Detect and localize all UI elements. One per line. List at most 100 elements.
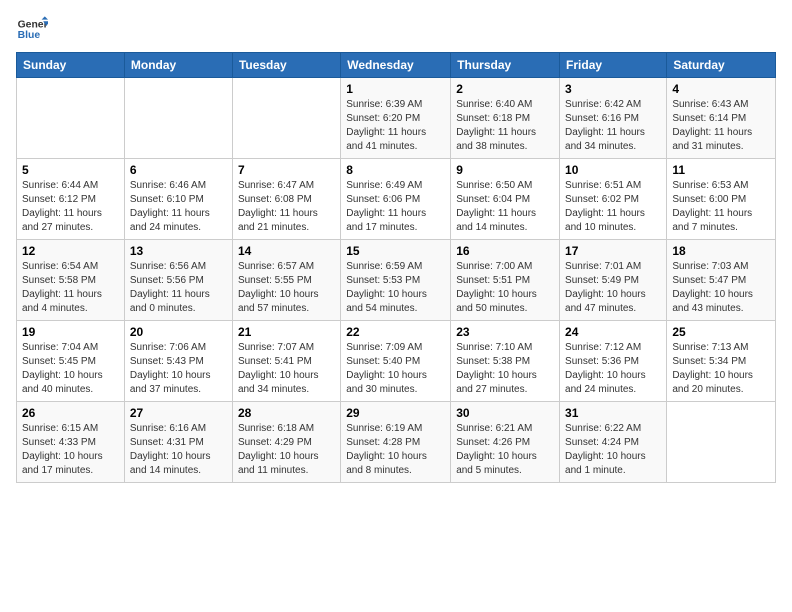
calendar-cell: 17 Sunrise: 7:01 AM Sunset: 5:49 PM Dayli…	[560, 240, 667, 321]
day-info: Sunrise: 6:40 AM Sunset: 6:18 PM Dayligh…	[456, 98, 554, 154]
day-number: 24	[565, 325, 661, 339]
calendar-cell: 9 Sunrise: 6:50 AM Sunset: 6:04 PM Daylig…	[451, 159, 560, 240]
calendar-cell: 28 Sunrise: 6:18 AM Sunset: 4:29 PM Dayli…	[232, 402, 340, 483]
day-number: 7	[238, 163, 335, 177]
day-info: Sunrise: 6:51 AM Sunset: 6:02 PM Dayligh…	[565, 179, 661, 235]
calendar-cell: 29 Sunrise: 6:19 AM Sunset: 4:28 PM Dayli…	[341, 402, 451, 483]
calendar-cell: 4 Sunrise: 6:43 AM Sunset: 6:14 PM Daylig…	[667, 78, 776, 159]
calendar-cell	[17, 78, 125, 159]
calendar-cell: 11 Sunrise: 6:53 AM Sunset: 6:00 PM Dayli…	[667, 159, 776, 240]
day-number: 3	[565, 82, 661, 96]
svg-text:Blue: Blue	[18, 30, 41, 41]
weekday-header-thursday: Thursday	[451, 53, 560, 78]
day-info: Sunrise: 6:56 AM Sunset: 5:56 PM Dayligh…	[130, 260, 227, 316]
calendar-cell	[232, 78, 340, 159]
day-info: Sunrise: 6:16 AM Sunset: 4:31 PM Dayligh…	[130, 422, 227, 478]
day-info: Sunrise: 6:57 AM Sunset: 5:55 PM Dayligh…	[238, 260, 335, 316]
day-number: 19	[22, 325, 119, 339]
calendar-cell: 21 Sunrise: 7:07 AM Sunset: 5:41 PM Dayli…	[232, 321, 340, 402]
day-info: Sunrise: 6:54 AM Sunset: 5:58 PM Dayligh…	[22, 260, 119, 316]
day-info: Sunrise: 6:53 AM Sunset: 6:00 PM Dayligh…	[672, 179, 770, 235]
day-info: Sunrise: 7:06 AM Sunset: 5:43 PM Dayligh…	[130, 341, 227, 397]
weekday-header-tuesday: Tuesday	[232, 53, 340, 78]
calendar-cell: 2 Sunrise: 6:40 AM Sunset: 6:18 PM Daylig…	[451, 78, 560, 159]
day-number: 6	[130, 163, 227, 177]
weekday-header-wednesday: Wednesday	[341, 53, 451, 78]
calendar-cell: 5Sunrise: 6:44 AM Sunset: 6:12 PM Daylig…	[17, 159, 125, 240]
calendar-cell: 15 Sunrise: 6:59 AM Sunset: 5:53 PM Dayli…	[341, 240, 451, 321]
day-info: Sunrise: 7:10 AM Sunset: 5:38 PM Dayligh…	[456, 341, 554, 397]
day-info: Sunrise: 6:59 AM Sunset: 5:53 PM Dayligh…	[346, 260, 445, 316]
calendar-cell: 23 Sunrise: 7:10 AM Sunset: 5:38 PM Dayli…	[451, 321, 560, 402]
day-number: 4	[672, 82, 770, 96]
week-row-1: 1Sunrise: 6:39 AM Sunset: 6:20 PM Daylig…	[17, 78, 776, 159]
day-number: 16	[456, 244, 554, 258]
calendar-cell: 1Sunrise: 6:39 AM Sunset: 6:20 PM Daylig…	[341, 78, 451, 159]
day-number: 10	[565, 163, 661, 177]
calendar-cell	[124, 78, 232, 159]
day-number: 30	[456, 406, 554, 420]
day-info: Sunrise: 6:19 AM Sunset: 4:28 PM Dayligh…	[346, 422, 445, 478]
calendar-cell: 16 Sunrise: 7:00 AM Sunset: 5:51 PM Dayli…	[451, 240, 560, 321]
day-info: Sunrise: 6:22 AM Sunset: 4:24 PM Dayligh…	[565, 422, 661, 478]
day-info: Sunrise: 6:18 AM Sunset: 4:29 PM Dayligh…	[238, 422, 335, 478]
weekday-header-sunday: Sunday	[17, 53, 125, 78]
week-row-5: 26 Sunrise: 6:15 AM Sunset: 4:33 PM Dayli…	[17, 402, 776, 483]
day-info: Sunrise: 7:00 AM Sunset: 5:51 PM Dayligh…	[456, 260, 554, 316]
day-number: 13	[130, 244, 227, 258]
day-info: Sunrise: 6:49 AM Sunset: 6:06 PM Dayligh…	[346, 179, 445, 235]
calendar-cell: 13 Sunrise: 6:56 AM Sunset: 5:56 PM Dayli…	[124, 240, 232, 321]
week-row-2: 5Sunrise: 6:44 AM Sunset: 6:12 PM Daylig…	[17, 159, 776, 240]
calendar-cell: 26 Sunrise: 6:15 AM Sunset: 4:33 PM Dayli…	[17, 402, 125, 483]
day-info: Sunrise: 6:46 AM Sunset: 6:10 PM Dayligh…	[130, 179, 227, 235]
day-info: Sunrise: 7:07 AM Sunset: 5:41 PM Dayligh…	[238, 341, 335, 397]
calendar-cell: 22Sunrise: 7:09 AM Sunset: 5:40 PM Dayli…	[341, 321, 451, 402]
weekday-header-row: SundayMondayTuesdayWednesdayThursdayFrid…	[17, 53, 776, 78]
calendar-cell: 24 Sunrise: 7:12 AM Sunset: 5:36 PM Dayli…	[560, 321, 667, 402]
calendar-cell: 8 Sunrise: 6:49 AM Sunset: 6:06 PM Daylig…	[341, 159, 451, 240]
day-number: 8	[346, 163, 445, 177]
day-number: 25	[672, 325, 770, 339]
day-number: 31	[565, 406, 661, 420]
weekday-header-monday: Monday	[124, 53, 232, 78]
day-info: Sunrise: 7:12 AM Sunset: 5:36 PM Dayligh…	[565, 341, 661, 397]
calendar-cell: 3 Sunrise: 6:42 AM Sunset: 6:16 PM Daylig…	[560, 78, 667, 159]
day-number: 23	[456, 325, 554, 339]
day-info: Sunrise: 6:42 AM Sunset: 6:16 PM Dayligh…	[565, 98, 661, 154]
day-info: Sunrise: 7:13 AM Sunset: 5:34 PM Dayligh…	[672, 341, 770, 397]
week-row-3: 12Sunrise: 6:54 AM Sunset: 5:58 PM Dayli…	[17, 240, 776, 321]
calendar-cell: 12Sunrise: 6:54 AM Sunset: 5:58 PM Dayli…	[17, 240, 125, 321]
calendar-cell: 18Sunrise: 7:03 AM Sunset: 5:47 PM Dayli…	[667, 240, 776, 321]
calendar-cell: 31 Sunrise: 6:22 AM Sunset: 4:24 PM Dayli…	[560, 402, 667, 483]
day-info: Sunrise: 6:43 AM Sunset: 6:14 PM Dayligh…	[672, 98, 770, 154]
day-number: 17	[565, 244, 661, 258]
day-number: 2	[456, 82, 554, 96]
calendar-cell: 27Sunrise: 6:16 AM Sunset: 4:31 PM Dayli…	[124, 402, 232, 483]
calendar-cell: 6 Sunrise: 6:46 AM Sunset: 6:10 PM Daylig…	[124, 159, 232, 240]
calendar-cell: 19 Sunrise: 7:04 AM Sunset: 5:45 PM Dayli…	[17, 321, 125, 402]
day-number: 9	[456, 163, 554, 177]
calendar-cell: 14 Sunrise: 6:57 AM Sunset: 5:55 PM Dayli…	[232, 240, 340, 321]
day-number: 29	[346, 406, 445, 420]
calendar-cell: 30Sunrise: 6:21 AM Sunset: 4:26 PM Dayli…	[451, 402, 560, 483]
calendar-cell	[667, 402, 776, 483]
day-info: Sunrise: 6:39 AM Sunset: 6:20 PM Dayligh…	[346, 98, 445, 154]
day-info: Sunrise: 6:44 AM Sunset: 6:12 PM Dayligh…	[22, 179, 119, 235]
calendar-cell: 10 Sunrise: 6:51 AM Sunset: 6:02 PM Dayli…	[560, 159, 667, 240]
day-number: 11	[672, 163, 770, 177]
day-info: Sunrise: 6:15 AM Sunset: 4:33 PM Dayligh…	[22, 422, 119, 478]
calendar-cell: 25 Sunrise: 7:13 AM Sunset: 5:34 PM Dayli…	[667, 321, 776, 402]
day-number: 28	[238, 406, 335, 420]
day-info: Sunrise: 7:09 AM Sunset: 5:40 PM Dayligh…	[346, 341, 445, 397]
day-info: Sunrise: 6:50 AM Sunset: 6:04 PM Dayligh…	[456, 179, 554, 235]
day-info: Sunrise: 7:04 AM Sunset: 5:45 PM Dayligh…	[22, 341, 119, 397]
day-number: 15	[346, 244, 445, 258]
logo-icon: General Blue	[16, 16, 48, 44]
day-info: Sunrise: 7:01 AM Sunset: 5:49 PM Dayligh…	[565, 260, 661, 316]
day-number: 26	[22, 406, 119, 420]
calendar-cell: 20Sunrise: 7:06 AM Sunset: 5:43 PM Dayli…	[124, 321, 232, 402]
week-row-4: 19 Sunrise: 7:04 AM Sunset: 5:45 PM Dayli…	[17, 321, 776, 402]
day-number: 21	[238, 325, 335, 339]
day-number: 14	[238, 244, 335, 258]
day-number: 18	[672, 244, 770, 258]
